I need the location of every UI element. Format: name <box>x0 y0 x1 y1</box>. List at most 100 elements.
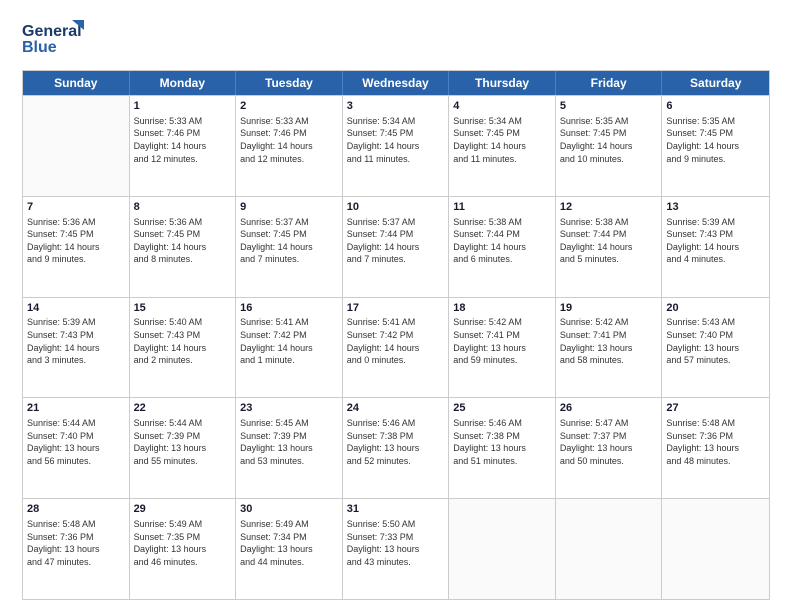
calendar-cell: 26Sunrise: 5:47 AM Sunset: 7:37 PM Dayli… <box>556 398 663 498</box>
day-number: 19 <box>560 301 658 316</box>
day-info: Sunrise: 5:48 AM Sunset: 7:36 PM Dayligh… <box>27 518 125 568</box>
calendar-cell: 29Sunrise: 5:49 AM Sunset: 7:35 PM Dayli… <box>130 499 237 599</box>
calendar-cell: 13Sunrise: 5:39 AM Sunset: 7:43 PM Dayli… <box>662 197 769 297</box>
calendar-cell: 1Sunrise: 5:33 AM Sunset: 7:46 PM Daylig… <box>130 96 237 196</box>
day-info: Sunrise: 5:36 AM Sunset: 7:45 PM Dayligh… <box>134 216 232 266</box>
calendar-header-row: SundayMondayTuesdayWednesdayThursdayFrid… <box>23 71 769 95</box>
day-info: Sunrise: 5:33 AM Sunset: 7:46 PM Dayligh… <box>240 115 338 165</box>
svg-text:Blue: Blue <box>22 39 57 56</box>
day-number: 4 <box>453 99 551 114</box>
day-info: Sunrise: 5:37 AM Sunset: 7:45 PM Dayligh… <box>240 216 338 266</box>
calendar-cell: 27Sunrise: 5:48 AM Sunset: 7:36 PM Dayli… <box>662 398 769 498</box>
calendar-row: 1Sunrise: 5:33 AM Sunset: 7:46 PM Daylig… <box>23 95 769 196</box>
calendar-header-cell: Saturday <box>662 71 769 95</box>
calendar-row: 14Sunrise: 5:39 AM Sunset: 7:43 PM Dayli… <box>23 297 769 398</box>
calendar-cell: 14Sunrise: 5:39 AM Sunset: 7:43 PM Dayli… <box>23 298 130 398</box>
calendar-cell: 6Sunrise: 5:35 AM Sunset: 7:45 PM Daylig… <box>662 96 769 196</box>
calendar-header-cell: Monday <box>130 71 237 95</box>
day-info: Sunrise: 5:34 AM Sunset: 7:45 PM Dayligh… <box>453 115 551 165</box>
calendar-cell: 16Sunrise: 5:41 AM Sunset: 7:42 PM Dayli… <box>236 298 343 398</box>
calendar-cell: 28Sunrise: 5:48 AM Sunset: 7:36 PM Dayli… <box>23 499 130 599</box>
calendar-cell: 5Sunrise: 5:35 AM Sunset: 7:45 PM Daylig… <box>556 96 663 196</box>
calendar-row: 7Sunrise: 5:36 AM Sunset: 7:45 PM Daylig… <box>23 196 769 297</box>
calendar-header-cell: Thursday <box>449 71 556 95</box>
calendar-cell: 21Sunrise: 5:44 AM Sunset: 7:40 PM Dayli… <box>23 398 130 498</box>
calendar-cell: 30Sunrise: 5:49 AM Sunset: 7:34 PM Dayli… <box>236 499 343 599</box>
calendar-cell: 11Sunrise: 5:38 AM Sunset: 7:44 PM Dayli… <box>449 197 556 297</box>
day-info: Sunrise: 5:46 AM Sunset: 7:38 PM Dayligh… <box>347 417 445 467</box>
day-info: Sunrise: 5:49 AM Sunset: 7:35 PM Dayligh… <box>134 518 232 568</box>
day-info: Sunrise: 5:41 AM Sunset: 7:42 PM Dayligh… <box>240 316 338 366</box>
calendar-header-cell: Tuesday <box>236 71 343 95</box>
day-info: Sunrise: 5:40 AM Sunset: 7:43 PM Dayligh… <box>134 316 232 366</box>
day-info: Sunrise: 5:33 AM Sunset: 7:46 PM Dayligh… <box>134 115 232 165</box>
day-number: 28 <box>27 502 125 517</box>
calendar-cell <box>662 499 769 599</box>
calendar-cell: 2Sunrise: 5:33 AM Sunset: 7:46 PM Daylig… <box>236 96 343 196</box>
calendar-cell: 18Sunrise: 5:42 AM Sunset: 7:41 PM Dayli… <box>449 298 556 398</box>
day-number: 3 <box>347 99 445 114</box>
calendar-cell: 3Sunrise: 5:34 AM Sunset: 7:45 PM Daylig… <box>343 96 450 196</box>
day-info: Sunrise: 5:38 AM Sunset: 7:44 PM Dayligh… <box>560 216 658 266</box>
day-number: 11 <box>453 200 551 215</box>
day-info: Sunrise: 5:50 AM Sunset: 7:33 PM Dayligh… <box>347 518 445 568</box>
day-info: Sunrise: 5:44 AM Sunset: 7:39 PM Dayligh… <box>134 417 232 467</box>
day-number: 15 <box>134 301 232 316</box>
day-number: 18 <box>453 301 551 316</box>
day-info: Sunrise: 5:36 AM Sunset: 7:45 PM Dayligh… <box>27 216 125 266</box>
day-info: Sunrise: 5:45 AM Sunset: 7:39 PM Dayligh… <box>240 417 338 467</box>
day-number: 10 <box>347 200 445 215</box>
day-info: Sunrise: 5:39 AM Sunset: 7:43 PM Dayligh… <box>27 316 125 366</box>
day-number: 6 <box>666 99 765 114</box>
day-number: 27 <box>666 401 765 416</box>
calendar-cell: 8Sunrise: 5:36 AM Sunset: 7:45 PM Daylig… <box>130 197 237 297</box>
calendar-cell: 12Sunrise: 5:38 AM Sunset: 7:44 PM Dayli… <box>556 197 663 297</box>
day-number: 29 <box>134 502 232 517</box>
logo-svg: GeneralBlue <box>22 18 92 60</box>
calendar-cell: 4Sunrise: 5:34 AM Sunset: 7:45 PM Daylig… <box>449 96 556 196</box>
day-number: 25 <box>453 401 551 416</box>
svg-text:General: General <box>22 23 82 40</box>
day-number: 26 <box>560 401 658 416</box>
day-info: Sunrise: 5:35 AM Sunset: 7:45 PM Dayligh… <box>666 115 765 165</box>
day-number: 12 <box>560 200 658 215</box>
calendar-cell: 10Sunrise: 5:37 AM Sunset: 7:44 PM Dayli… <box>343 197 450 297</box>
day-info: Sunrise: 5:38 AM Sunset: 7:44 PM Dayligh… <box>453 216 551 266</box>
page: GeneralBlue SundayMondayTuesdayWednesday… <box>0 0 792 612</box>
day-info: Sunrise: 5:42 AM Sunset: 7:41 PM Dayligh… <box>453 316 551 366</box>
calendar-header-cell: Friday <box>556 71 663 95</box>
calendar-row: 28Sunrise: 5:48 AM Sunset: 7:36 PM Dayli… <box>23 498 769 599</box>
day-info: Sunrise: 5:37 AM Sunset: 7:44 PM Dayligh… <box>347 216 445 266</box>
day-info: Sunrise: 5:43 AM Sunset: 7:40 PM Dayligh… <box>666 316 765 366</box>
day-number: 5 <box>560 99 658 114</box>
day-number: 17 <box>347 301 445 316</box>
day-number: 7 <box>27 200 125 215</box>
calendar-cell: 20Sunrise: 5:43 AM Sunset: 7:40 PM Dayli… <box>662 298 769 398</box>
day-number: 30 <box>240 502 338 517</box>
calendar-body: 1Sunrise: 5:33 AM Sunset: 7:46 PM Daylig… <box>23 95 769 599</box>
calendar-cell <box>449 499 556 599</box>
calendar-header-cell: Sunday <box>23 71 130 95</box>
day-number: 14 <box>27 301 125 316</box>
day-info: Sunrise: 5:35 AM Sunset: 7:45 PM Dayligh… <box>560 115 658 165</box>
day-number: 16 <box>240 301 338 316</box>
calendar-cell: 9Sunrise: 5:37 AM Sunset: 7:45 PM Daylig… <box>236 197 343 297</box>
day-info: Sunrise: 5:42 AM Sunset: 7:41 PM Dayligh… <box>560 316 658 366</box>
calendar-cell: 22Sunrise: 5:44 AM Sunset: 7:39 PM Dayli… <box>130 398 237 498</box>
day-info: Sunrise: 5:34 AM Sunset: 7:45 PM Dayligh… <box>347 115 445 165</box>
day-number: 21 <box>27 401 125 416</box>
day-number: 31 <box>347 502 445 517</box>
day-number: 8 <box>134 200 232 215</box>
calendar-header-cell: Wednesday <box>343 71 450 95</box>
calendar-row: 21Sunrise: 5:44 AM Sunset: 7:40 PM Dayli… <box>23 397 769 498</box>
calendar: SundayMondayTuesdayWednesdayThursdayFrid… <box>22 70 770 600</box>
calendar-cell: 19Sunrise: 5:42 AM Sunset: 7:41 PM Dayli… <box>556 298 663 398</box>
day-info: Sunrise: 5:49 AM Sunset: 7:34 PM Dayligh… <box>240 518 338 568</box>
calendar-cell: 17Sunrise: 5:41 AM Sunset: 7:42 PM Dayli… <box>343 298 450 398</box>
header: GeneralBlue <box>22 18 770 60</box>
day-info: Sunrise: 5:48 AM Sunset: 7:36 PM Dayligh… <box>666 417 765 467</box>
day-info: Sunrise: 5:41 AM Sunset: 7:42 PM Dayligh… <box>347 316 445 366</box>
calendar-cell <box>556 499 663 599</box>
day-number: 13 <box>666 200 765 215</box>
day-number: 23 <box>240 401 338 416</box>
